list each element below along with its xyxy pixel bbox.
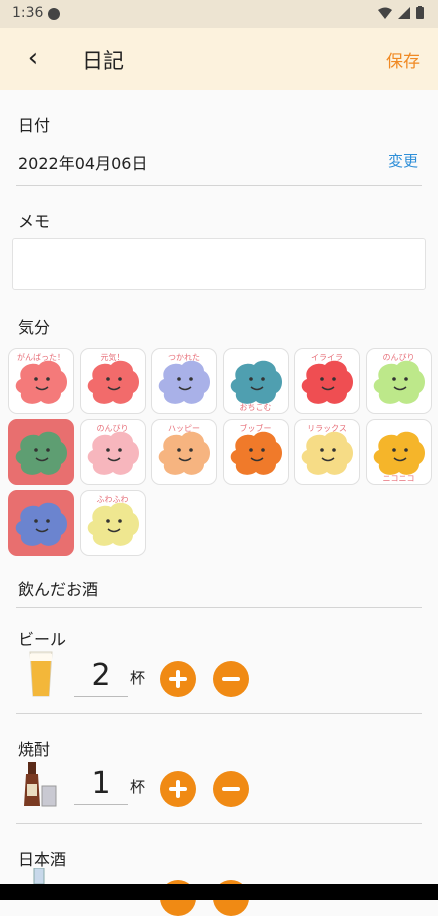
beer-glass-icon [29, 651, 53, 697]
app-bar: ‹ 日記 保存 [0, 28, 438, 90]
shochu-unit: 杯 [130, 778, 146, 796]
status-bar: 1:36 [0, 0, 438, 28]
mood-option[interactable]: ハッピー [151, 419, 217, 485]
drink-name-beer: ビール [18, 630, 67, 649]
change-date-button[interactable]: 変更 [388, 150, 418, 171]
memo-label: メモ [18, 212, 51, 231]
mood-option[interactable]: ふわふわ [79, 490, 146, 556]
beer-count-field[interactable]: 2 [74, 656, 128, 697]
mood-option[interactable]: つかれた [151, 348, 217, 414]
mood-option[interactable]: のんびり [365, 348, 432, 414]
page-title: 日記 [82, 49, 124, 73]
mood-option[interactable]: リラックス [294, 419, 360, 485]
status-time: 1:36 [12, 5, 44, 21]
plus-icon-stem [176, 670, 180, 688]
mood-caption: ふわふわ [96, 495, 129, 504]
beer-increment-button[interactable] [160, 661, 196, 697]
minus-icon [222, 787, 240, 791]
shochu-increment-button[interactable] [160, 771, 196, 807]
drink-name-sake: 日本酒 [18, 850, 67, 869]
system-navigation-bar [0, 884, 438, 900]
mood-caption: のんびり [382, 353, 415, 362]
status-icons [378, 6, 424, 19]
shochu-bottle-icon [24, 762, 57, 807]
mood-option[interactable]: おちこむ [222, 348, 289, 414]
mood-option[interactable]: 元気！ [79, 348, 146, 414]
notification-icon [48, 8, 60, 20]
mood-option[interactable] [8, 419, 74, 485]
mood-caption: がんばった！ [17, 353, 65, 362]
mood-caption: 元気！ [100, 353, 125, 362]
mood-caption: リラックス [307, 424, 347, 433]
plus-icon-stem [176, 780, 180, 798]
signal-icon [398, 6, 410, 19]
mood-option[interactable]: イライラ [294, 348, 360, 414]
mood-caption: ブッブー [239, 424, 272, 433]
divider [16, 607, 422, 608]
mood-caption: イライラ [311, 353, 343, 362]
mood-option[interactable]: ニコニコ [365, 419, 432, 485]
mood-caption: おちこむ [239, 403, 272, 412]
beer-unit: 杯 [130, 669, 146, 687]
mood-caption: つかれた [168, 353, 200, 362]
save-button[interactable]: 保存 [386, 47, 420, 72]
date-value: 2022年04月06日 [18, 154, 148, 173]
shochu-count-field[interactable]: 1 [74, 764, 128, 805]
battery-icon [416, 6, 424, 19]
minus-icon [222, 677, 240, 681]
wifi-icon [378, 7, 392, 19]
mood-face-icon [15, 431, 68, 475]
mood-caption: ハッピー [168, 424, 200, 433]
mood-label: 気分 [18, 318, 51, 337]
drinks-label: 飲んだお酒 [18, 580, 99, 599]
back-arrow-icon[interactable]: ‹ [18, 44, 48, 74]
mood-caption: ニコニコ [382, 474, 415, 483]
mood-option[interactable]: がんばった！ [8, 348, 74, 414]
mood-caption: のんびり [96, 424, 129, 433]
mood-option[interactable]: ブッブー [222, 419, 289, 485]
divider [16, 185, 422, 186]
date-label: 日付 [18, 116, 51, 135]
mood-option[interactable]: のんびり [79, 419, 146, 485]
mood-face-icon [15, 502, 68, 546]
beer-decrement-button[interactable] [213, 661, 249, 697]
shochu-decrement-button[interactable] [213, 771, 249, 807]
mood-option[interactable] [8, 490, 74, 556]
divider [16, 713, 422, 714]
divider [16, 823, 422, 824]
memo-input[interactable] [12, 238, 426, 290]
drink-name-shochu: 焼酎 [18, 740, 51, 759]
